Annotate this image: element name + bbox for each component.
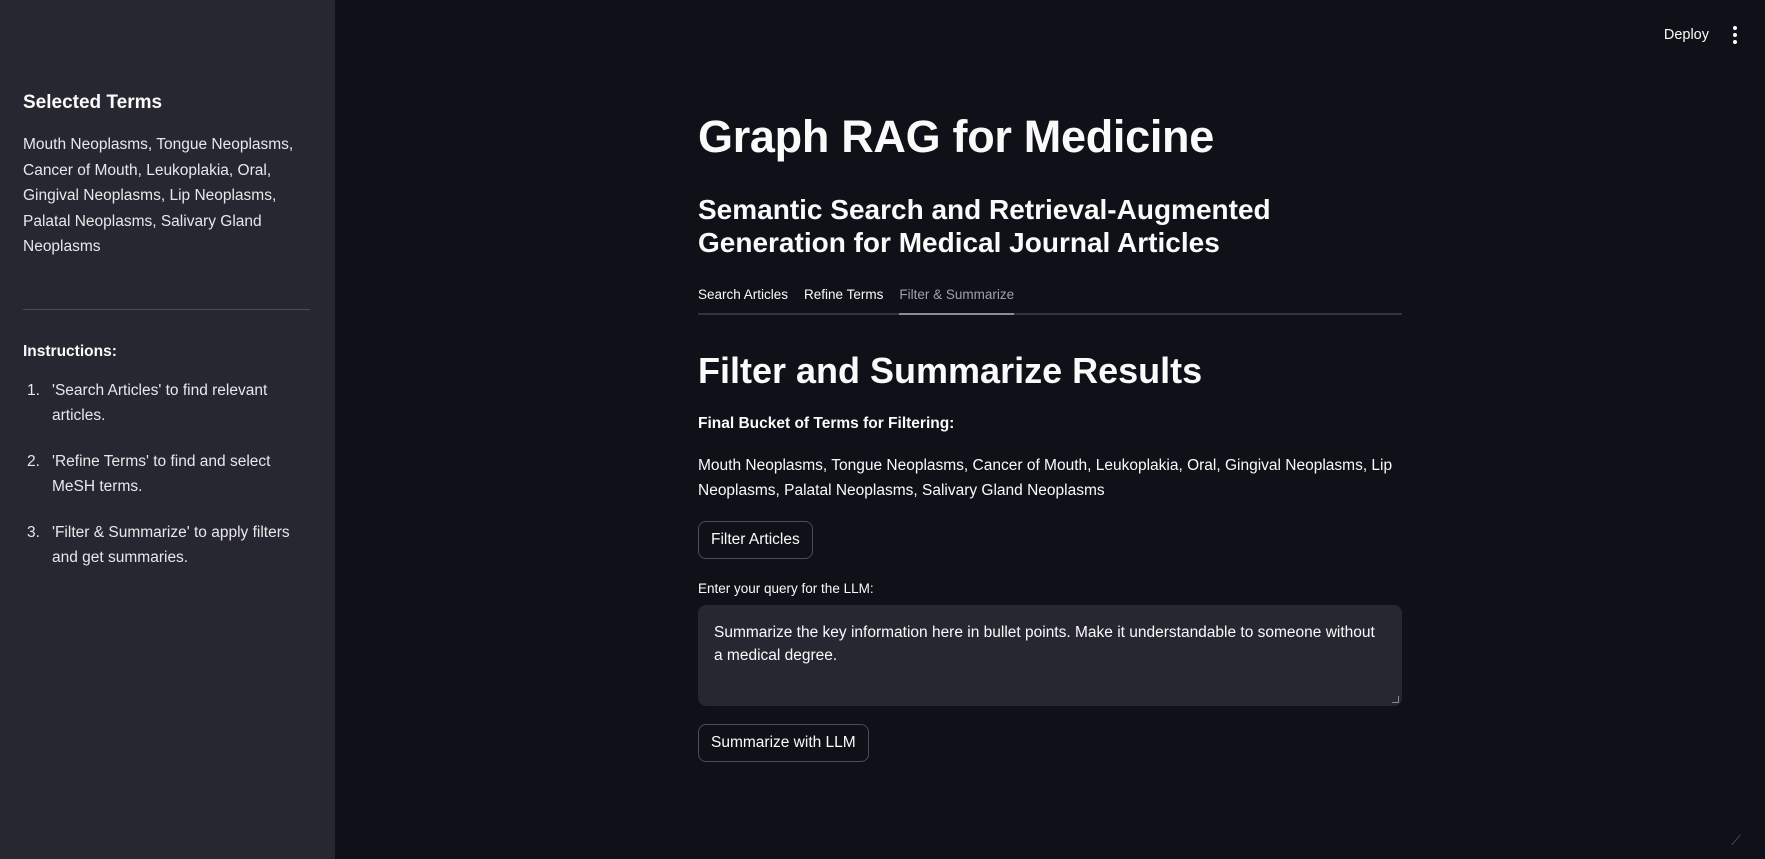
instruction-number: 3. (27, 523, 40, 541)
tab-refine-terms[interactable]: Refine Terms (804, 287, 883, 313)
filter-articles-button[interactable]: Filter Articles (698, 521, 813, 559)
kebab-menu-icon[interactable] (1727, 22, 1743, 48)
instructions-list: 1. 'Search Articles' to find relevant ar… (23, 378, 311, 571)
page-title: Graph RAG for Medicine (698, 111, 1214, 162)
page-subtitle: Semantic Search and Retrieval-Augmented … (698, 194, 1271, 258)
selected-terms-text: Mouth Neoplasms, Tongue Neoplasms, Cance… (23, 136, 294, 255)
main-content: Graph RAG for Medicine Semantic Search a… (698, 108, 1402, 762)
bucket-terms-text: Mouth Neoplasms, Tongue Neoplasms, Cance… (698, 457, 1393, 499)
instruction-text: 'Filter & Summarize' to apply filters an… (52, 523, 290, 567)
tab-bar: Search Articles Refine Terms Filter & Su… (698, 287, 1402, 315)
instruction-item: 3. 'Filter & Summarize' to apply filters… (23, 520, 313, 571)
deploy-button[interactable]: Deploy (1664, 27, 1709, 43)
summarize-with-llm-button[interactable]: Summarize with LLM (698, 724, 869, 762)
instruction-number: 1. (27, 381, 40, 399)
llm-query-textarea[interactable]: Summarize the key information here in bu… (698, 605, 1402, 706)
instruction-item: 1. 'Search Articles' to find relevant ar… (23, 378, 313, 429)
instruction-text: 'Refine Terms' to find and select MeSH t… (52, 452, 271, 496)
resize-corner-icon: ⟋ (1731, 832, 1741, 848)
section-title: Filter and Summarize Results (698, 350, 1203, 391)
resize-handle-icon[interactable] (1392, 696, 1399, 703)
query-text: Summarize the key information here in bu… (714, 624, 1375, 664)
top-toolbar: Deploy (1664, 22, 1743, 48)
sidebar-title: Selected Terms (23, 92, 163, 113)
tab-search-articles[interactable]: Search Articles (698, 287, 788, 313)
instruction-number: 2. (27, 452, 40, 470)
instruction-text: 'Search Articles' to find relevant artic… (52, 381, 268, 425)
query-label: Enter your query for the LLM: (698, 581, 874, 596)
sidebar-divider (23, 308, 310, 310)
bucket-label: Final Bucket of Terms for Filtering: (698, 415, 955, 432)
instruction-item: 2. 'Refine Terms' to find and select MeS… (23, 449, 313, 500)
instructions-title: Instructions: (23, 342, 117, 360)
tab-filter-summarize[interactable]: Filter & Summarize (899, 287, 1014, 315)
sidebar: Selected Terms Mouth Neoplasms, Tongue N… (0, 0, 335, 859)
